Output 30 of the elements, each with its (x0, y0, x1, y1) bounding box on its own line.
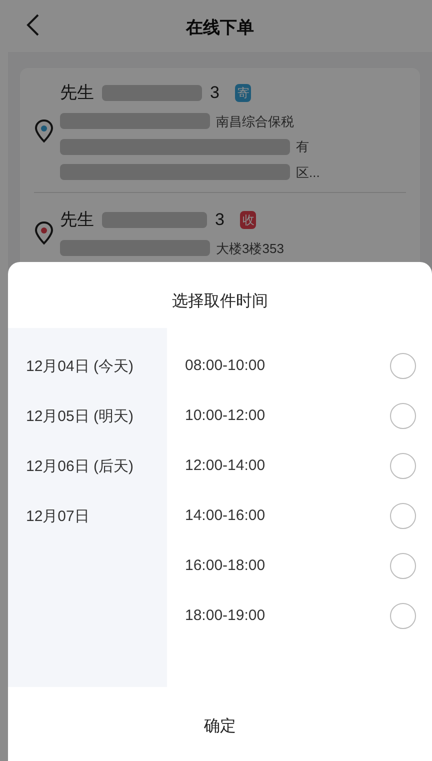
page-title: 在线下单 (186, 17, 254, 40)
contact-name: 先生 (60, 209, 94, 231)
radio-button[interactable] (390, 453, 416, 479)
address-text: 大楼3楼353 (216, 240, 284, 258)
radio-button[interactable] (390, 553, 416, 579)
radio-button[interactable] (390, 603, 416, 629)
radio-button[interactable] (390, 503, 416, 529)
address-text: 南昌综合保税 (216, 112, 294, 130)
radio-button[interactable] (390, 353, 416, 379)
phone-tail: 3 (215, 209, 224, 231)
time-slot: 14:00-16:00 (185, 504, 390, 528)
confirm-button[interactable]: 确定 (184, 709, 256, 745)
contact-name: 先生 (60, 82, 94, 104)
time-slot: 12:00-14:00 (185, 454, 390, 478)
time-slot: 08:00-10:00 (185, 354, 390, 378)
radio-button[interactable] (390, 403, 416, 429)
date-item[interactable]: 12月06日 (后天) (8, 442, 167, 492)
phone-tail: 3 (210, 82, 220, 104)
back-icon[interactable] (26, 14, 40, 36)
address-tag: 寄 (235, 84, 252, 102)
address-tag: 收 (240, 210, 256, 229)
date-item[interactable]: 12月04日 (今天) (8, 342, 167, 392)
time-slot: 16:00-18:00 (185, 554, 390, 578)
sheet-title: 选择取件时间 (171, 292, 269, 312)
date-item[interactable]: 12月07日 (8, 492, 167, 542)
time-slot: 18:00-19:00 (185, 604, 390, 628)
date-item[interactable]: 12月05日 (明天) (8, 392, 167, 442)
address-text: 区... (296, 164, 320, 182)
time-slot: 10:00-12:00 (185, 404, 390, 428)
address-text: 有 (296, 138, 309, 156)
